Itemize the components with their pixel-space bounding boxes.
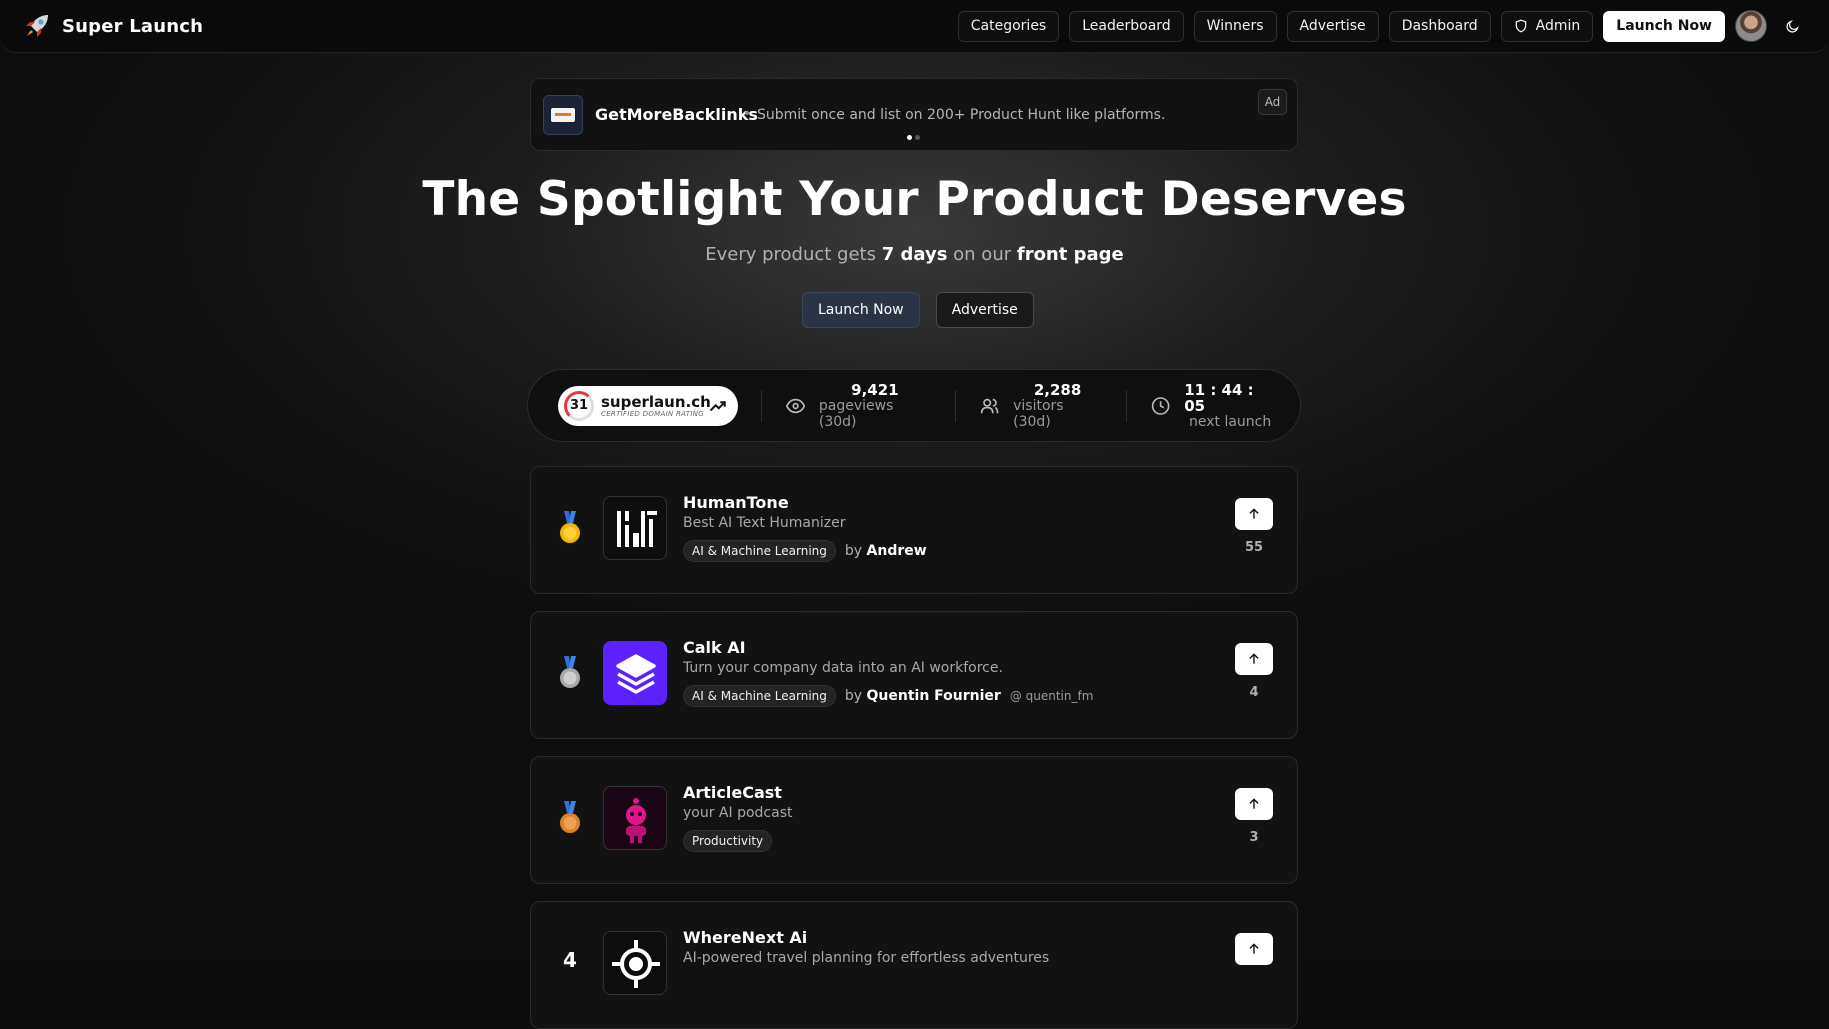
main-nav: Categories Leaderboard Winners Advertise… <box>957 10 1807 42</box>
hero-actions: Launch Now Advertise <box>802 292 1034 328</box>
nav-winners[interactable]: Winners <box>1193 10 1277 42</box>
maker-handle[interactable]: @ quentin_fm <box>1010 689 1094 703</box>
stats-bar: 31 superlaun.ch CERTIFIED DOMAIN RATING … <box>527 369 1301 442</box>
upvote-button[interactable] <box>1235 498 1273 530</box>
product-card-humantone[interactable]: HumanTone Best AI Text Humanizer AI & Ma… <box>530 466 1298 594</box>
category-tag[interactable]: AI & Machine Learning <box>683 540 836 562</box>
rank-number: 4 <box>563 948 577 972</box>
nav-admin-label: Admin <box>1535 18 1581 34</box>
header-launch-now-label: Launch Now <box>1616 18 1712 34</box>
product-maker: by Andrew <box>844 543 927 559</box>
arrow-up-icon <box>1249 653 1259 664</box>
theme-toggle[interactable] <box>1777 11 1807 41</box>
medal-bronze-icon <box>560 801 580 833</box>
vote-count: 55 <box>1244 540 1264 555</box>
upvote-button[interactable] <box>1235 788 1273 820</box>
brand[interactable]: Super Launch <box>22 11 203 41</box>
vote-count: 3 <box>1249 830 1259 845</box>
shield-icon <box>1515 19 1526 33</box>
rocket-icon <box>26 15 48 37</box>
ad-carousel-dots[interactable] <box>907 135 920 140</box>
nav-leaderboard-label: Leaderboard <box>1082 18 1171 34</box>
upvote-button[interactable] <box>1235 933 1273 965</box>
nav-categories[interactable]: Categories <box>957 10 1060 42</box>
avatar[interactable] <box>1735 10 1767 42</box>
ad-text: Submit once and list on 200+ Product Hun… <box>757 107 1166 123</box>
medal-gold-icon <box>560 511 580 543</box>
stat-visitors: 2,288 visitors (30d) <box>956 382 1126 430</box>
stat-pageviews: 9,421 pageviews (30d) <box>762 382 955 430</box>
product-card-calk-ai[interactable]: Calk AI Turn your company data into an A… <box>530 611 1298 739</box>
trend-up-icon <box>709 400 726 411</box>
product-tagline: your AI podcast <box>683 805 793 821</box>
hero-title: The Spotlight Your Product Deserves <box>422 172 1407 227</box>
product-tagline: Turn your company data into an AI workfo… <box>683 660 1003 676</box>
arrow-up-icon <box>1249 943 1259 954</box>
nav-dashboard-label: Dashboard <box>1401 18 1478 34</box>
eye-icon <box>785 398 805 413</box>
ad-banner[interactable]: GetMoreBacklinks • Submit once and list … <box>530 78 1298 151</box>
product-name[interactable]: HumanTone <box>683 493 789 512</box>
arrow-up-icon <box>1249 798 1259 809</box>
countdown-value: 11 : 44 : 05 <box>1184 380 1254 415</box>
visitors-label: visitors (30d) <box>1013 397 1064 430</box>
product-card-wherenext-ai[interactable]: 4 WhereNext Ai AI-powered travel plannin… <box>530 901 1298 1029</box>
vote-count: 4 <box>1249 685 1259 700</box>
product-name[interactable]: Calk AI <box>683 638 746 657</box>
domain-rating-badge[interactable]: 31 superlaun.ch CERTIFIED DOMAIN RATING <box>558 385 738 426</box>
nav-winners-label: Winners <box>1206 18 1264 34</box>
visitors-value: 2,288 <box>1033 380 1082 399</box>
arrow-up-icon <box>1249 508 1259 519</box>
articlecast-logo <box>603 786 667 850</box>
moon-icon <box>1785 19 1799 33</box>
upvote-button[interactable] <box>1235 643 1273 675</box>
domain-rating-domain: superlaun.ch <box>601 392 711 411</box>
humantone-logo <box>603 496 667 560</box>
product-name[interactable]: ArticleCast <box>683 783 782 802</box>
nav-leaderboard[interactable]: Leaderboard <box>1069 10 1184 42</box>
wherenext-ai-logo <box>603 931 667 995</box>
ad-badge: Ad <box>1258 89 1287 115</box>
hero-subtitle: Every product gets 7 days on our front p… <box>705 244 1124 265</box>
domain-rating-caption: CERTIFIED DOMAIN RATING <box>601 409 704 418</box>
calk-ai-logo <box>603 641 667 705</box>
product-name[interactable]: WhereNext Ai <box>683 928 807 947</box>
clock-icon <box>1151 396 1170 415</box>
product-maker: by Quentin Fournier <box>844 688 1001 704</box>
users-icon <box>980 398 999 413</box>
product-card-articlecast[interactable]: ArticleCast your AI podcast Productivity… <box>530 756 1298 884</box>
pageviews-label: pageviews (30d) <box>818 397 894 430</box>
nav-admin[interactable]: Admin <box>1500 10 1594 42</box>
category-tag[interactable]: AI & Machine Learning <box>683 685 836 707</box>
category-tag[interactable]: Productivity <box>683 830 773 852</box>
stat-countdown: 11 : 44 : 05 next launch <box>1127 382 1300 430</box>
ad-logo <box>543 95 583 135</box>
nav-dashboard[interactable]: Dashboard <box>1388 10 1491 42</box>
product-tagline: Best AI Text Humanizer <box>683 515 846 531</box>
header-launch-now-button[interactable]: Launch Now <box>1603 10 1725 42</box>
countdown-label: next launch <box>1188 413 1272 430</box>
hero-launch-now-button[interactable]: Launch Now <box>802 292 920 328</box>
nav-advertise[interactable]: Advertise <box>1286 10 1379 42</box>
brand-name: Super Launch <box>62 15 204 37</box>
ad-title: GetMoreBacklinks <box>595 105 758 124</box>
hero-advertise-button[interactable]: Advertise <box>935 292 1034 328</box>
product-tagline: AI-powered travel planning for effortles… <box>683 950 1050 966</box>
pageviews-value: 9,421 <box>851 380 899 399</box>
nav-advertise-label: Advertise <box>1299 18 1366 34</box>
top-navbar: Super Launch Categories Leaderboard Winn… <box>0 0 1829 53</box>
medal-silver-icon <box>560 656 580 688</box>
ad-separator: • <box>743 106 752 122</box>
nav-categories-label: Categories <box>970 18 1047 34</box>
domain-rating-score: 31 <box>564 390 594 421</box>
